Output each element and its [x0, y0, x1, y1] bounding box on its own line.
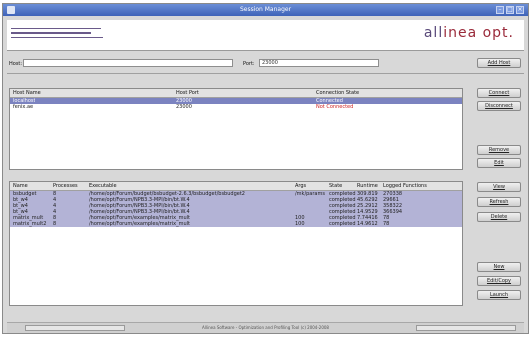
job-processes: 8 — [53, 221, 57, 227]
hosts-table[interactable]: Host Name Host Port Connection State loc… — [9, 88, 463, 170]
column-header-name[interactable]: Name — [13, 183, 28, 189]
column-header-host-port[interactable]: Host Port — [176, 90, 199, 96]
host-name: fenix.ae — [13, 104, 34, 110]
banner-stripe — [11, 32, 91, 34]
column-header-state[interactable]: State — [329, 183, 342, 189]
title-bar[interactable]: Session Manager – □ × — [3, 4, 528, 16]
window-title: Session Manager — [239, 6, 292, 13]
banner-stripe — [11, 37, 103, 38]
banner: allinea opt. — [7, 20, 524, 51]
session-manager-window: Session Manager – □ × allinea opt. Host:… — [2, 3, 529, 334]
disconnect-button[interactable]: Disconnect — [477, 101, 521, 111]
job-runtime: 14.9612 — [357, 221, 378, 227]
view-button[interactable]: View — [477, 182, 521, 192]
connection-state: Not Connected — [316, 104, 354, 110]
maximize-icon[interactable]: □ — [506, 6, 514, 14]
job-logged-functions: 78 — [383, 221, 390, 227]
allinea-logo: allinea opt. — [423, 25, 514, 41]
banner-stripe — [11, 28, 101, 29]
port-input[interactable]: 23000 — [259, 59, 379, 67]
host-row[interactable]: fenix.ae 23000 Not Connected — [10, 104, 462, 110]
remove-button[interactable]: Remove — [477, 145, 521, 155]
delete-button[interactable]: Delete — [477, 212, 521, 222]
column-header-executable[interactable]: Executable — [89, 183, 117, 189]
edit-host-button[interactable]: Edit — [477, 158, 521, 168]
column-header-logged-functions[interactable]: Logged Functions — [383, 183, 427, 189]
new-button[interactable]: New — [477, 262, 521, 272]
host-input[interactable] — [23, 59, 233, 67]
connect-button[interactable]: Connect — [477, 88, 521, 98]
minimize-icon[interactable]: – — [496, 6, 504, 14]
port-label: Port: — [243, 61, 255, 67]
job-args: 100 — [295, 221, 305, 227]
refresh-button[interactable]: Refresh — [477, 197, 521, 207]
job-row[interactable]: matrix_mult2 8/home/opt/Forum/examples/ma… — [10, 221, 462, 227]
host-port: 23000 — [176, 104, 192, 110]
jobs-table[interactable]: Name Processes Executable Args State Run… — [9, 181, 463, 306]
column-header-connection-state[interactable]: Connection State — [316, 90, 359, 96]
column-header-args[interactable]: Args — [295, 183, 306, 189]
edit-copy-button[interactable]: Edit/Copy — [477, 276, 521, 286]
column-header-host-name[interactable]: Host Name — [13, 90, 41, 96]
column-header-processes[interactable]: Processes — [53, 183, 78, 189]
job-executable: /home/opt/Forum/examples/matrix_mult — [89, 221, 190, 227]
job-name: matrix_mult2 — [13, 221, 47, 227]
divider — [7, 73, 524, 74]
status-field-right — [416, 325, 516, 331]
status-bar: Allinea Software - Optimization and Prof… — [7, 322, 524, 333]
hosts-table-header: Host Name Host Port Connection State — [10, 89, 462, 98]
job-state: completed — [329, 221, 356, 227]
jobs-table-header: Name Processes Executable Args State Run… — [10, 182, 462, 191]
host-label: Host: — [9, 61, 23, 67]
column-header-runtime[interactable]: Runtime — [357, 183, 378, 189]
close-icon[interactable]: × — [516, 6, 524, 14]
add-host-button[interactable]: Add Host — [477, 58, 521, 68]
launch-button[interactable]: Launch — [477, 290, 521, 300]
